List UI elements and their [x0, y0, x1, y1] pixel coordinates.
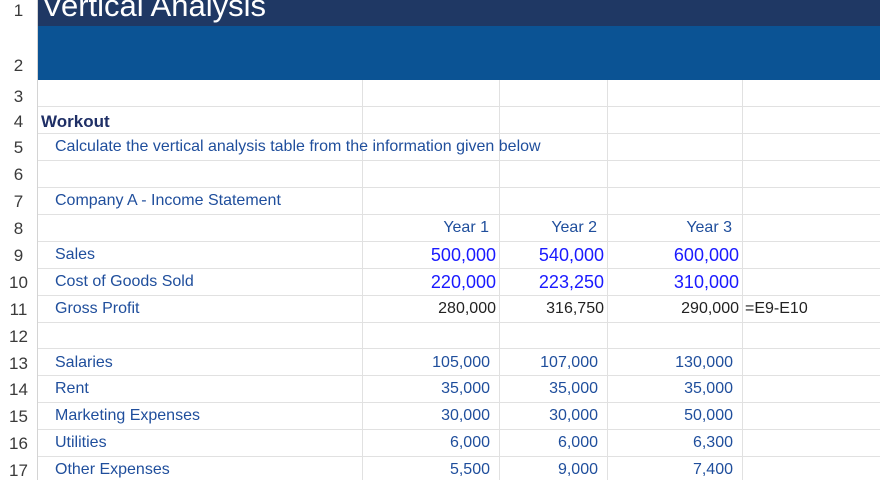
cell-salaries-year-3[interactable]: 130,000 [633, 355, 733, 371]
cell-cogs-year-2[interactable]: 223,250 [504, 273, 604, 291]
cell-gross-profit-year-3[interactable]: 290,000 [639, 301, 739, 317]
cell-other-year-3[interactable]: 7,400 [633, 462, 733, 478]
gridline [38, 160, 880, 161]
row-number-9[interactable]: 9 [0, 247, 37, 264]
cell-marketing-year-3[interactable]: 50,000 [633, 408, 733, 424]
row-number-13[interactable]: 13 [0, 355, 37, 372]
row-number-2[interactable]: 2 [0, 57, 37, 74]
cell-utilities-year-3[interactable]: 6,300 [633, 435, 733, 451]
gridline [38, 241, 880, 242]
gridline [38, 133, 880, 134]
row-number-3[interactable]: 3 [0, 88, 37, 105]
gridline [742, 80, 743, 480]
row-number-16[interactable]: 16 [0, 435, 37, 452]
row-number-8[interactable]: 8 [0, 220, 37, 237]
gridline [38, 429, 880, 430]
row-label-other-expenses[interactable]: Other Expenses [55, 462, 170, 478]
cell-utilities-year-2[interactable]: 6,000 [498, 435, 598, 451]
cell-cogs-year-3[interactable]: 310,000 [639, 273, 739, 291]
cell-salaries-year-1[interactable]: 105,000 [390, 355, 490, 371]
cell-rent-year-2[interactable]: 35,000 [498, 381, 598, 397]
gridline [38, 106, 880, 107]
row-label-cogs[interactable]: Cost of Goods Sold [55, 274, 194, 290]
cell-other-year-2[interactable]: 9,000 [498, 462, 598, 478]
row-label-sales[interactable]: Sales [55, 247, 95, 263]
gridline [38, 348, 880, 349]
gridline [38, 295, 880, 296]
row-label-utilities[interactable]: Utilities [55, 435, 107, 451]
cell-salaries-year-2[interactable]: 107,000 [498, 355, 598, 371]
gridline [38, 375, 880, 376]
cell-marketing-year-1[interactable]: 30,000 [390, 408, 490, 424]
row-number-17[interactable]: 17 [0, 462, 37, 479]
row-label-rent[interactable]: Rent [55, 381, 89, 397]
gridline [38, 322, 880, 323]
row-number-10[interactable]: 10 [0, 274, 37, 291]
formula-note[interactable]: =E9-E10 [745, 301, 808, 317]
header-band[interactable] [38, 26, 880, 80]
cell-sales-year-3[interactable]: 600,000 [639, 246, 739, 264]
title-band[interactable]: Vertical Analysis [38, 0, 880, 26]
row-number-6[interactable]: 6 [0, 166, 37, 183]
cell-rent-year-3[interactable]: 35,000 [633, 381, 733, 397]
gridline [38, 402, 880, 403]
cell-sales-year-1[interactable]: 500,000 [396, 246, 496, 264]
workout-label[interactable]: Workout [41, 113, 110, 130]
gridline [38, 187, 880, 188]
row-number-14[interactable]: 14 [0, 381, 37, 398]
cell-other-year-1[interactable]: 5,500 [390, 462, 490, 478]
row-header-column: 1 2 3 4 5 6 7 8 9 10 11 12 13 14 15 16 1… [0, 0, 38, 480]
row-number-4[interactable]: 4 [0, 113, 37, 130]
header-year-3[interactable]: Year 3 [643, 220, 732, 236]
row-label-salaries[interactable]: Salaries [55, 355, 113, 371]
gridline [38, 456, 880, 457]
gridline [38, 214, 880, 215]
cell-marketing-year-2[interactable]: 30,000 [498, 408, 598, 424]
cell-sales-year-2[interactable]: 540,000 [504, 246, 604, 264]
cell-gross-profit-year-2[interactable]: 316,750 [504, 301, 604, 317]
row-number-1[interactable]: 1 [0, 2, 37, 19]
instruction-text[interactable]: Calculate the vertical analysis table fr… [55, 139, 541, 155]
sheet-title: Vertical Analysis [42, 0, 266, 23]
gridline [38, 268, 880, 269]
gridline [607, 80, 608, 480]
header-year-2[interactable]: Year 2 [508, 220, 597, 236]
row-number-5[interactable]: 5 [0, 139, 37, 156]
row-label-marketing[interactable]: Marketing Expenses [55, 408, 200, 424]
row-number-12[interactable]: 12 [0, 328, 37, 345]
row-number-7[interactable]: 7 [0, 193, 37, 210]
statement-title[interactable]: Company A - Income Statement [55, 193, 281, 209]
cell-gross-profit-year-1[interactable]: 280,000 [396, 301, 496, 317]
cell-rent-year-1[interactable]: 35,000 [390, 381, 490, 397]
row-number-11[interactable]: 11 [0, 301, 37, 318]
row-label-gross-profit[interactable]: Gross Profit [55, 301, 139, 317]
header-year-1[interactable]: Year 1 [400, 220, 489, 236]
row-number-15[interactable]: 15 [0, 408, 37, 425]
cell-cogs-year-1[interactable]: 220,000 [396, 273, 496, 291]
cell-utilities-year-1[interactable]: 6,000 [390, 435, 490, 451]
